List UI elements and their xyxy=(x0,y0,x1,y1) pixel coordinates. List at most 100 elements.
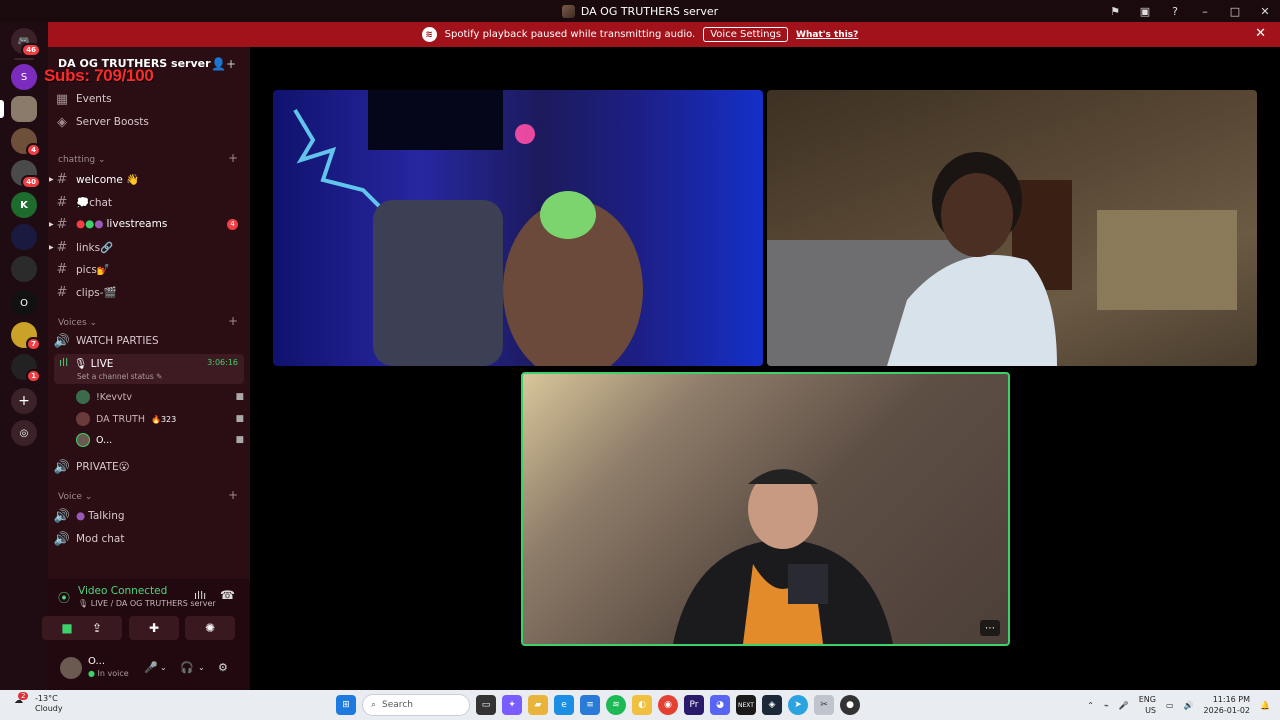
voice-channel-watch-parties[interactable]: 🔊 WATCH PARTIES xyxy=(48,330,250,352)
video-tile-1[interactable] xyxy=(273,90,763,366)
server-icon-9[interactable]: 7 xyxy=(11,322,41,351)
clock[interactable]: 11:16 PM 2026-01-02 xyxy=(1204,694,1251,716)
server-icon-ovo[interactable]: O xyxy=(11,290,37,316)
microphone-icon[interactable]: 🎤 xyxy=(144,661,158,674)
channel-clips[interactable]: # clips-🎬 xyxy=(48,281,250,303)
voice-connected-title[interactable]: Video Connected xyxy=(78,585,167,597)
create-channel-icon[interactable]: + xyxy=(228,151,238,165)
voice-user[interactable]: DA TRUTH 🔥 323 ■ xyxy=(76,410,244,428)
server-icon-purple[interactable]: S xyxy=(11,64,37,90)
user-avatar[interactable] xyxy=(60,657,82,679)
channel-pics[interactable]: # pics💅 xyxy=(48,258,250,280)
user-name[interactable]: O... xyxy=(88,656,105,667)
weather-widget[interactable]: ☁ 2 -13°C Cloudy xyxy=(14,692,63,714)
avatar xyxy=(76,412,90,426)
more-options-icon[interactable]: ⋯ xyxy=(980,620,1000,636)
server-icon-10[interactable]: 1 xyxy=(11,354,41,383)
microphone-tray-icon[interactable]: 🎤 xyxy=(1119,701,1129,710)
headphones-icon[interactable]: 🎧 xyxy=(180,661,194,674)
category-voice[interactable]: Voice ⌄ xyxy=(58,492,92,502)
task-view-icon[interactable]: ▭ xyxy=(476,695,496,715)
channel-livestreams[interactable]: ▶ # ● ● ● livestreams 4 xyxy=(48,213,250,235)
voice-settings-button[interactable]: Voice Settings xyxy=(703,27,789,42)
server-icon-3[interactable]: 4 xyxy=(11,128,41,157)
steam-icon[interactable]: ◈ xyxy=(762,695,782,715)
snipping-tool-icon[interactable]: ✂ xyxy=(814,695,834,715)
screen-share-button[interactable]: ⇪ xyxy=(72,616,122,640)
activities-button[interactable]: ✚ xyxy=(129,616,179,640)
start-icon[interactable]: ⊞ xyxy=(336,695,356,715)
server-icon-og-truthers[interactable] xyxy=(11,96,37,122)
app-icon-dark[interactable]: ● xyxy=(840,695,860,715)
channel-links[interactable]: ▶ # links🔗 xyxy=(48,236,250,258)
discord-taskbar-icon[interactable]: ◕ xyxy=(710,695,730,715)
sidebar-item-events[interactable]: ▦ Events xyxy=(48,88,250,110)
fire-icon: 🔥 xyxy=(150,414,161,424)
voice-channel-private[interactable]: 🔊 PRIVATE😮 xyxy=(48,456,250,478)
chevron-up-icon[interactable]: ⌃ xyxy=(1087,701,1094,710)
whats-this-link[interactable]: What's this? xyxy=(796,30,858,40)
category-voices[interactable]: Voices ⌄ xyxy=(58,318,97,328)
app-icon-yellow[interactable]: ◐ xyxy=(632,695,652,715)
network-icon[interactable]: ⌁ xyxy=(1104,701,1109,710)
create-channel-icon[interactable]: + xyxy=(228,314,238,328)
close-window-button[interactable]: ✕ xyxy=(1250,0,1280,22)
video-tile-2[interactable] xyxy=(767,90,1257,366)
camera-icon: ■ xyxy=(235,435,244,445)
server-list: 🎮 46 S 4 40 K O 7 1 + ◎ xyxy=(0,22,48,690)
video-tile-3-speaking[interactable]: ⋯ xyxy=(521,372,1010,646)
voice-channel-mod-chat[interactable]: 🔊 Mod chat xyxy=(48,528,250,550)
maximize-button[interactable]: □ xyxy=(1220,0,1250,22)
server-icon-kick[interactable]: K xyxy=(11,192,37,218)
inbox-flag-icon[interactable]: ⚑ xyxy=(1100,0,1130,22)
window-titlebar: DA OG TRUTHERS server ⚑ ▣ ? – □ ✕ xyxy=(0,0,1280,22)
volume-icon[interactable]: 🔊 xyxy=(1184,701,1194,710)
spotify-taskbar-icon[interactable]: ≋ xyxy=(606,695,626,715)
telegram-icon[interactable]: ➤ xyxy=(788,695,808,715)
purple-circle-icon: ● xyxy=(94,218,104,230)
language-indicator[interactable]: ENG US xyxy=(1139,694,1156,716)
notepad-icon[interactable]: ≡ xyxy=(580,695,600,715)
create-channel-icon[interactable]: + xyxy=(228,488,238,502)
gear-icon[interactable]: ⚙ xyxy=(218,661,228,674)
invite-people-icon[interactable]: 👤+ xyxy=(211,57,236,71)
voice-user-badge: 323 xyxy=(160,414,177,424)
chevron-down-icon[interactable]: ⌄ xyxy=(198,663,205,672)
disconnect-icon[interactable]: ☎ xyxy=(220,588,235,602)
noise-suppression-icon[interactable]: ıllı xyxy=(194,589,206,602)
notifications-icon[interactable]: 🔔 xyxy=(1260,701,1270,710)
soundboard-button[interactable]: ✺ xyxy=(185,616,235,640)
close-notice-icon[interactable]: ✕ xyxy=(1255,26,1266,41)
premiere-icon[interactable]: Pr xyxy=(684,695,704,715)
voice-user[interactable]: O... ■ xyxy=(76,431,244,449)
voice-channel-talking[interactable]: 🔊 ● Talking xyxy=(48,505,250,527)
voice-user-name: O... xyxy=(96,434,113,446)
channel-welcome[interactable]: ▶ # welcome 👋 xyxy=(48,168,250,190)
channel-status-line[interactable]: Set a channel status ✎ xyxy=(77,372,162,381)
add-server-icon[interactable]: + xyxy=(11,388,37,414)
file-explorer-icon[interactable]: ▰ xyxy=(528,695,548,715)
display-icon[interactable]: ▭ xyxy=(1166,701,1174,710)
chrome-icon[interactable]: ◉ xyxy=(658,695,678,715)
discover-icon[interactable]: ◎ xyxy=(11,420,37,446)
edge-icon[interactable]: e xyxy=(554,695,574,715)
app-icon-next[interactable]: NEXT xyxy=(736,695,756,715)
server-icon-6[interactable] xyxy=(11,224,37,250)
category-label: chatting xyxy=(58,155,96,165)
category-chatting[interactable]: chatting ⌄ xyxy=(58,155,106,165)
chevron-down-icon[interactable]: ⌄ xyxy=(160,663,167,672)
voice-user[interactable]: !Kevvtv ■ xyxy=(76,388,244,406)
signal-icon[interactable]: ⦿ xyxy=(58,589,70,606)
server-icon-7[interactable] xyxy=(11,256,37,282)
copilot-icon[interactable]: ✦ xyxy=(502,695,522,715)
minimize-button[interactable]: – xyxy=(1190,0,1220,22)
channel-chat[interactable]: # 💭chat xyxy=(48,191,250,213)
help-icon[interactable]: ? xyxy=(1160,0,1190,22)
sidebar-item-server-boosts[interactable]: ◈ Server Boosts xyxy=(48,111,250,133)
taskbar-search[interactable]: ⌕ Search xyxy=(362,694,470,716)
server-icon-4[interactable]: 40 xyxy=(11,160,41,189)
camera-icon: ■ xyxy=(235,414,244,424)
direct-messages-icon[interactable]: 🎮 46 xyxy=(11,28,41,57)
voice-channel-live[interactable]: ıll 🎙 LIVE 3:06:16 Set a channel status … xyxy=(54,354,244,384)
inbox-icon[interactable]: ▣ xyxy=(1130,0,1160,22)
